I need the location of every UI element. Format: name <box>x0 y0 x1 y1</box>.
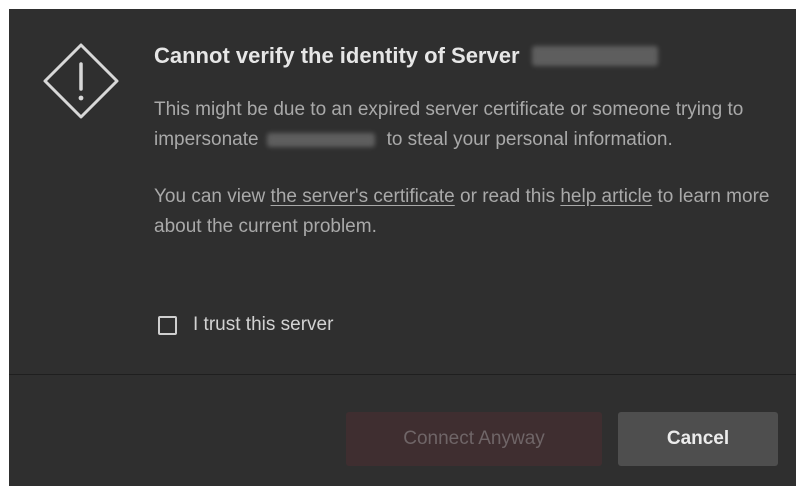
server-certificate-link[interactable]: the server's certificate <box>271 186 455 207</box>
redacted-server-name <box>531 46 658 66</box>
connect-anyway-button[interactable]: Connect Anyway <box>346 412 602 466</box>
explanation-text-after: to steal your personal information. <box>386 129 673 150</box>
footer-divider <box>9 374 796 375</box>
help-paragraph: You can view the server's certificate or… <box>154 182 784 242</box>
warning-diamond-icon <box>43 43 119 119</box>
certificate-warning-dialog: Cannot verify the identity of Server Thi… <box>9 9 796 486</box>
trust-server-label[interactable]: I trust this server <box>193 314 333 336</box>
help-text-1: You can view <box>154 186 271 207</box>
redacted-server-name-inline <box>266 132 375 147</box>
dialog-title: Cannot verify the identity of Server <box>154 39 784 73</box>
trust-server-checkbox[interactable] <box>158 315 177 335</box>
explanation-paragraph: This might be due to an expired server c… <box>154 95 784 155</box>
cancel-button[interactable]: Cancel <box>618 412 778 466</box>
dialog-content: Cannot verify the identity of Server Thi… <box>154 39 784 242</box>
help-article-link[interactable]: help article <box>560 186 652 207</box>
help-text-2: or read this <box>454 186 561 207</box>
trust-server-checkbox-row[interactable]: I trust this server <box>158 310 333 340</box>
dialog-title-text: Cannot verify the identity of Server <box>154 43 520 68</box>
